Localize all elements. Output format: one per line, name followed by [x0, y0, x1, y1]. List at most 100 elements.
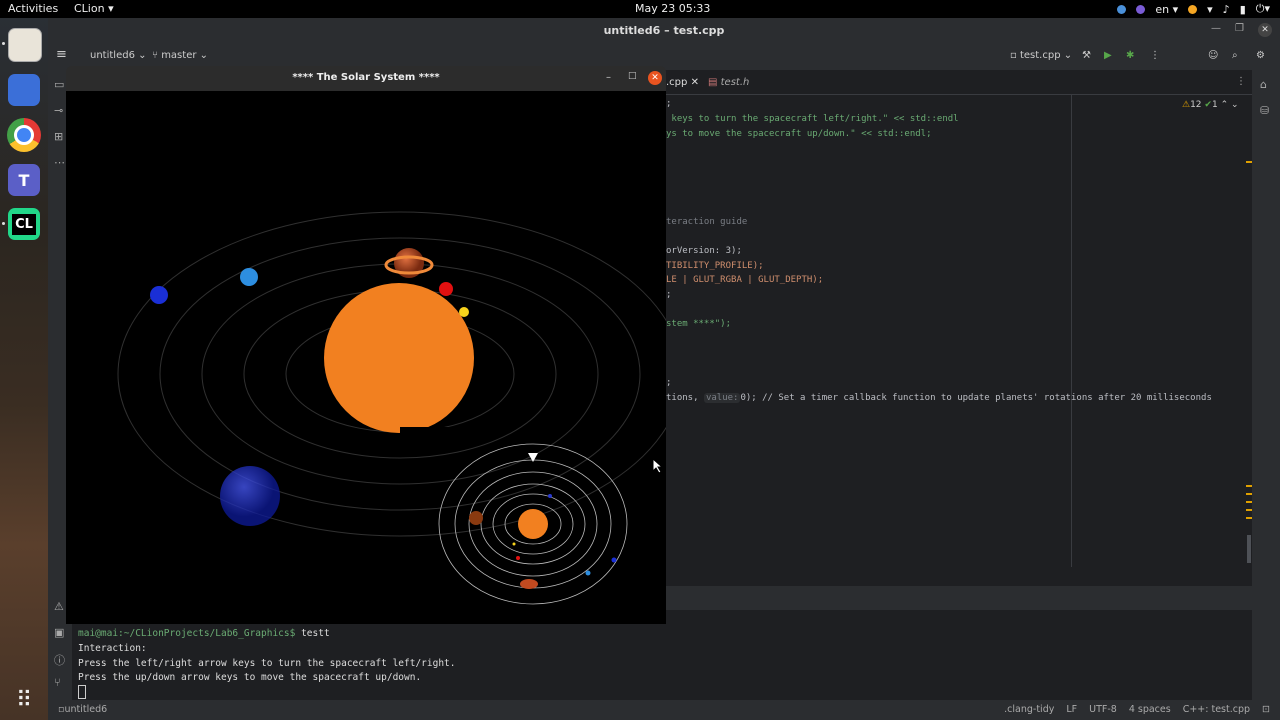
terminal[interactable]: mai@mai:~/CLionProjects/Lab6_Graphics$ t…	[72, 612, 1252, 700]
wifi-icon[interactable]: ▾	[1207, 3, 1213, 16]
system-top-bar: Activities CLion ▾ May 23 05:33 en ▾ ▾ ♪…	[0, 0, 1280, 18]
status-linter[interactable]: .clang-tidy	[1004, 704, 1054, 715]
minimap-planet-blue	[548, 494, 552, 498]
code-fragment: 0); // Set a timer callback function to …	[740, 393, 1212, 403]
close-icon[interactable]: ✕	[648, 71, 662, 85]
power-menu-icon[interactable]: ⏻▾	[1256, 2, 1270, 16]
status-indent[interactable]: 4 spaces	[1129, 704, 1171, 715]
search-icon[interactable]: ⌕	[1232, 50, 1238, 61]
run-config-name: test.cpp	[1019, 50, 1061, 61]
code-line: tions, value: 0); // Set a timer callback…	[666, 393, 1212, 403]
yellow-planet	[459, 307, 469, 317]
minimap-planet-navy	[611, 557, 617, 563]
prev-problem-icon[interactable]: ⌃	[1221, 100, 1229, 110]
solar-window-title-bar: **** The Solar System **** – □ ✕	[66, 66, 666, 91]
notifications-icon[interactable]: ⌂	[1260, 78, 1267, 91]
minimap-planet-cyan	[585, 570, 591, 576]
output-line: Press the up/down arrow keys to move the…	[78, 672, 422, 683]
code-line: ;	[666, 290, 672, 300]
minimap-planet-red	[516, 556, 520, 560]
activities-button[interactable]: Activities	[8, 2, 58, 15]
terminal-tool-icon[interactable]: ▣	[54, 626, 64, 639]
inspection-widget[interactable]: ⚠12 ✔1 ⌃ ⌄	[1182, 100, 1239, 110]
mouse-pointer-icon	[652, 458, 664, 474]
debug-icon[interactable]: ✱	[1126, 50, 1134, 61]
saturn	[384, 248, 434, 278]
show-apps-icon[interactable]: ⠿	[8, 684, 40, 716]
check-count: 1	[1211, 100, 1218, 110]
running-indicator	[2, 42, 5, 45]
language-indicator[interactable]: en ▾	[1155, 3, 1178, 16]
sun	[324, 283, 474, 433]
minimap-sun	[518, 509, 548, 539]
project-selector[interactable]: untitled6 ⌄	[90, 50, 147, 61]
status-project-name: untitled6	[64, 704, 108, 715]
minimize-icon[interactable]: —	[1211, 23, 1221, 37]
tab-close-icon[interactable]: ✕	[691, 77, 699, 88]
project-name: untitled6	[90, 50, 135, 61]
commit-tool-icon[interactable]: ⊸	[54, 104, 63, 117]
clock[interactable]: May 23 05:33	[635, 2, 710, 15]
code-line: ;	[666, 99, 672, 109]
code-line: TIBILITY_PROFILE);	[666, 261, 764, 271]
hamburger-menu-icon[interactable]: ≡	[56, 47, 67, 62]
lock-icon[interactable]: ⊡	[1262, 704, 1270, 715]
tab-test-cpp[interactable]: .cpp ✕	[666, 77, 699, 88]
branch-selector[interactable]: ⑂ master ⌄	[152, 50, 208, 61]
right-margin-guide	[1071, 95, 1072, 567]
warning-icon: ⚠	[1182, 100, 1191, 110]
files-app-icon[interactable]	[8, 28, 42, 62]
user-icon[interactable]: ☺	[1208, 50, 1218, 61]
maximize-icon[interactable]: ❐	[1235, 23, 1244, 37]
screenshot-app-icon[interactable]	[8, 74, 40, 106]
services-tool-icon[interactable]: ⓘ	[54, 652, 65, 668]
code-line: teraction guide	[666, 217, 748, 227]
battery-icon[interactable]: ▮	[1240, 3, 1246, 16]
app-menu-label: CLion	[74, 2, 105, 15]
status-project[interactable]: ▫untitled6	[58, 704, 107, 715]
minimize-icon[interactable]: –	[606, 72, 611, 83]
file-icon: ▫	[1010, 50, 1017, 61]
status-line-separator[interactable]: LF	[1066, 704, 1077, 715]
next-problem-icon[interactable]: ⌄	[1231, 100, 1239, 110]
settings-gear-icon[interactable]: ⚙	[1256, 50, 1265, 61]
status-encoding[interactable]: UTF-8	[1089, 704, 1117, 715]
build-icon[interactable]: ⚒	[1082, 50, 1091, 61]
chrome-icon[interactable]	[7, 118, 41, 152]
code-line: stem ****");	[666, 319, 732, 329]
teams-tray-icon[interactable]	[1136, 4, 1146, 14]
notification-dot-icon	[1188, 4, 1198, 14]
database-icon[interactable]: ⛁	[1260, 104, 1269, 117]
tab-test-h[interactable]: ▤ test.h	[708, 77, 749, 88]
more-tools-icon[interactable]: ⋯	[54, 156, 65, 169]
git-tool-icon[interactable]: ⑂	[54, 676, 61, 689]
code-line: ;	[666, 378, 672, 388]
sun-occlusion	[400, 427, 450, 445]
tabs-menu-icon[interactable]: ⋮	[1236, 76, 1246, 87]
right-tool-strip: ⌂ ⛁	[1252, 70, 1280, 700]
close-icon[interactable]: ✕	[1258, 23, 1272, 37]
system-tray[interactable]: en ▾ ▾ ♪ ▮ ⏻▾	[1117, 2, 1270, 16]
problems-tool-icon[interactable]: ⚠	[54, 600, 64, 613]
volume-icon[interactable]: ♪	[1223, 3, 1230, 16]
terminal-cursor	[78, 685, 86, 699]
red-planet	[439, 282, 453, 296]
network-icon[interactable]	[1117, 4, 1127, 14]
cyan-planet	[240, 268, 258, 286]
app-menu[interactable]: CLion ▾	[74, 2, 114, 15]
run-config-selector[interactable]: ▫ test.cpp ⌄	[1010, 50, 1072, 61]
running-indicator	[2, 222, 5, 225]
solar-system-canvas[interactable]	[66, 91, 666, 624]
blue-planet	[150, 286, 168, 304]
prompt: mai@mai:~/CLionProjects/Lab6_Graphics$	[78, 628, 296, 639]
status-language[interactable]: C++: test.cpp	[1183, 704, 1250, 715]
more-icon[interactable]: ⋮	[1150, 50, 1160, 61]
maximize-icon[interactable]: □	[628, 71, 637, 81]
clion-icon[interactable]: CL	[8, 208, 40, 240]
teams-icon[interactable]: T	[8, 164, 40, 196]
structure-tool-icon[interactable]: ⊞	[54, 130, 63, 143]
run-icon[interactable]: ▶	[1104, 50, 1112, 61]
minimap-planet-brown	[469, 511, 483, 525]
prompt-line: mai@mai:~/CLionProjects/Lab6_Graphics$ t…	[78, 628, 330, 639]
project-tool-icon[interactable]: ▭	[54, 78, 64, 91]
